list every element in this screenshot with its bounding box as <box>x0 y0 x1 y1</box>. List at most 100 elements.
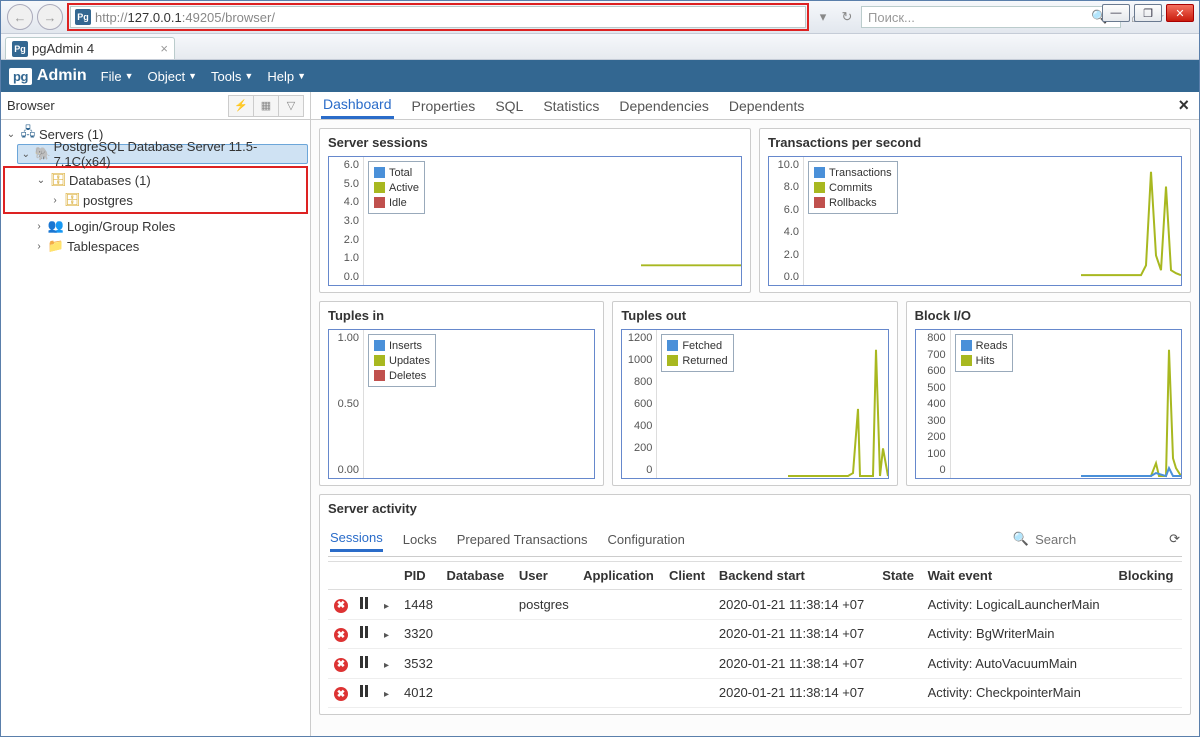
chevron-down-icon: ▼ <box>188 71 197 81</box>
table-row[interactable]: ✖▸33202020-01-21 11:38:14 +07Activity: B… <box>328 619 1182 649</box>
activity-search[interactable]: 🔍 <box>1013 531 1135 547</box>
refresh-icon[interactable]: ⟳ <box>1169 531 1180 547</box>
expand-icon[interactable]: ⌄ <box>20 149 32 160</box>
window-maximize-button[interactable]: ❐ <box>1134 4 1162 22</box>
tab-close-icon[interactable]: × <box>160 41 168 56</box>
dropdown-icon[interactable]: ▾ <box>813 7 833 27</box>
col-blocking[interactable]: Blocking <box>1113 562 1182 590</box>
nav-forward-button[interactable]: → <box>37 4 63 30</box>
chevron-down-icon: ▼ <box>244 71 253 81</box>
cell-user <box>513 649 577 679</box>
tree-roles[interactable]: › 👥 Login/Group Roles <box>31 216 308 236</box>
menu-tools[interactable]: Tools ▼ <box>211 69 253 84</box>
tab-properties[interactable]: Properties <box>410 94 478 118</box>
expand-icon[interactable]: ⌄ <box>35 175 47 186</box>
window-minimize-button[interactable]: — <box>1102 4 1130 22</box>
cell-pid: 1448 <box>398 590 440 620</box>
y-axis: 8007006005004003002001000 <box>916 330 950 478</box>
chevron-down-icon: ▼ <box>297 71 306 81</box>
expand-icon[interactable]: › <box>49 195 61 206</box>
tab-locks[interactable]: Locks <box>403 528 437 551</box>
tree-postgres-db[interactable]: › 🗄 postgres <box>47 190 306 210</box>
tab-favicon-icon: Pg <box>12 41 28 57</box>
col-client[interactable]: Client <box>663 562 713 590</box>
tab-dependents[interactable]: Dependents <box>727 94 807 118</box>
database-icon: 🗄 <box>64 192 80 208</box>
pgadmin-menubar: pgAdmin File ▼ Object ▼ Tools ▼ Help ▼ <box>1 60 1199 92</box>
expand-row-icon[interactable]: ▸ <box>384 601 389 612</box>
sidebar-query-button[interactable]: ⚡ <box>228 95 254 117</box>
menu-file[interactable]: File ▼ <box>101 69 134 84</box>
tree-databases[interactable]: ⌄ 🗄 Databases (1) <box>33 170 306 190</box>
tree-pgserver[interactable]: ⌄ 🐘 PostgreSQL Database Server 11.5-7.1C… <box>17 144 308 164</box>
tab-close-icon[interactable]: × <box>1178 95 1189 116</box>
browser-tab-pgadmin[interactable]: Pg pgAdmin 4 × <box>5 37 175 59</box>
cell-client <box>663 619 713 649</box>
table-row[interactable]: ✖▸35322020-01-21 11:38:14 +07Activity: A… <box>328 649 1182 679</box>
cell-client <box>663 678 713 708</box>
tab-prepared[interactable]: Prepared Transactions <box>457 528 588 551</box>
menu-help[interactable]: Help ▼ <box>267 69 306 84</box>
terminate-icon[interactable]: ✖ <box>334 628 348 642</box>
tab-configuration[interactable]: Configuration <box>608 528 685 551</box>
cell-application <box>577 649 663 679</box>
panel-title: Server sessions <box>328 135 742 150</box>
database-group-icon: 🗄 <box>50 172 66 188</box>
logo-text: Admin <box>37 67 87 85</box>
cancel-icon[interactable] <box>360 656 372 668</box>
col-user[interactable]: User <box>513 562 577 590</box>
cell-state <box>876 678 921 708</box>
cell-backend-start: 2020-01-21 11:38:14 +07 <box>713 678 876 708</box>
col-pid[interactable]: PID <box>398 562 440 590</box>
cancel-icon[interactable] <box>360 685 372 697</box>
cell-blocking <box>1113 590 1182 620</box>
activity-search-input[interactable] <box>1035 532 1135 547</box>
col-database[interactable]: Database <box>440 562 512 590</box>
col-state[interactable]: State <box>876 562 921 590</box>
cancel-icon[interactable] <box>360 626 372 638</box>
col-application[interactable]: Application <box>577 562 663 590</box>
tab-sessions[interactable]: Sessions <box>330 526 383 552</box>
chart-legend: Inserts Updates Deletes <box>368 334 436 387</box>
url-bar[interactable]: Pg http://127.0.0.1:49205/browser/ <box>70 6 806 28</box>
tab-statistics[interactable]: Statistics <box>541 94 601 118</box>
col-backend-start[interactable]: Backend start <box>713 562 876 590</box>
terminate-icon[interactable]: ✖ <box>334 658 348 672</box>
reload-icon[interactable]: ↻ <box>837 7 857 27</box>
tree-tablespaces[interactable]: › 📁 Tablespaces <box>31 236 308 256</box>
table-row[interactable]: ✖▸1448postgres2020-01-21 11:38:14 +07Act… <box>328 590 1182 620</box>
expand-icon[interactable]: › <box>33 241 45 252</box>
table-row[interactable]: ✖▸40122020-01-21 11:38:14 +07Activity: C… <box>328 678 1182 708</box>
sidebar-filter-button[interactable]: ▽ <box>278 95 304 117</box>
cell-application <box>577 678 663 708</box>
expand-icon[interactable]: › <box>33 221 45 232</box>
y-axis: 6.05.04.03.02.01.00.0 <box>329 157 363 285</box>
terminate-icon[interactable]: ✖ <box>334 599 348 613</box>
col-wait-event[interactable]: Wait event <box>922 562 1113 590</box>
cell-backend-start: 2020-01-21 11:38:14 +07 <box>713 619 876 649</box>
expand-row-icon[interactable]: ▸ <box>384 660 389 671</box>
sidebar-viewdata-button[interactable]: ▦ <box>253 95 279 117</box>
panel-sessions: Server sessions 6.05.04.03.02.01.00.0 To… <box>319 128 751 293</box>
terminate-icon[interactable]: ✖ <box>334 687 348 701</box>
menu-object[interactable]: Object ▼ <box>148 69 198 84</box>
tab-dashboard[interactable]: Dashboard <box>321 92 394 119</box>
highlight-box: ⌄ 🗄 Databases (1) › 🗄 postgres <box>3 166 308 214</box>
tab-title: pgAdmin 4 <box>32 41 94 56</box>
panel-title: Server activity <box>328 501 1182 516</box>
cancel-icon[interactable] <box>360 597 372 609</box>
activity-tabs: Sessions Locks Prepared Transactions Con… <box>328 522 1182 557</box>
panel-server-activity: Server activity Sessions Locks Prepared … <box>319 494 1191 715</box>
window-close-button[interactable]: ✕ <box>1166 4 1194 22</box>
sidebar-title: Browser <box>7 98 55 113</box>
nav-back-button[interactable]: ← <box>7 4 33 30</box>
cell-blocking <box>1113 649 1182 679</box>
expand-row-icon[interactable]: ▸ <box>384 630 389 641</box>
expand-row-icon[interactable]: ▸ <box>384 689 389 700</box>
sidebar-header: Browser ⚡ ▦ ▽ <box>1 92 310 120</box>
tab-sql[interactable]: SQL <box>493 94 525 118</box>
expand-icon[interactable]: ⌄ <box>5 129 17 140</box>
tab-dependencies[interactable]: Dependencies <box>617 94 711 118</box>
browser-search-input[interactable]: Поиск... 🔍 ▾ <box>861 6 1121 28</box>
dashboard: Server sessions 6.05.04.03.02.01.00.0 To… <box>311 120 1199 736</box>
